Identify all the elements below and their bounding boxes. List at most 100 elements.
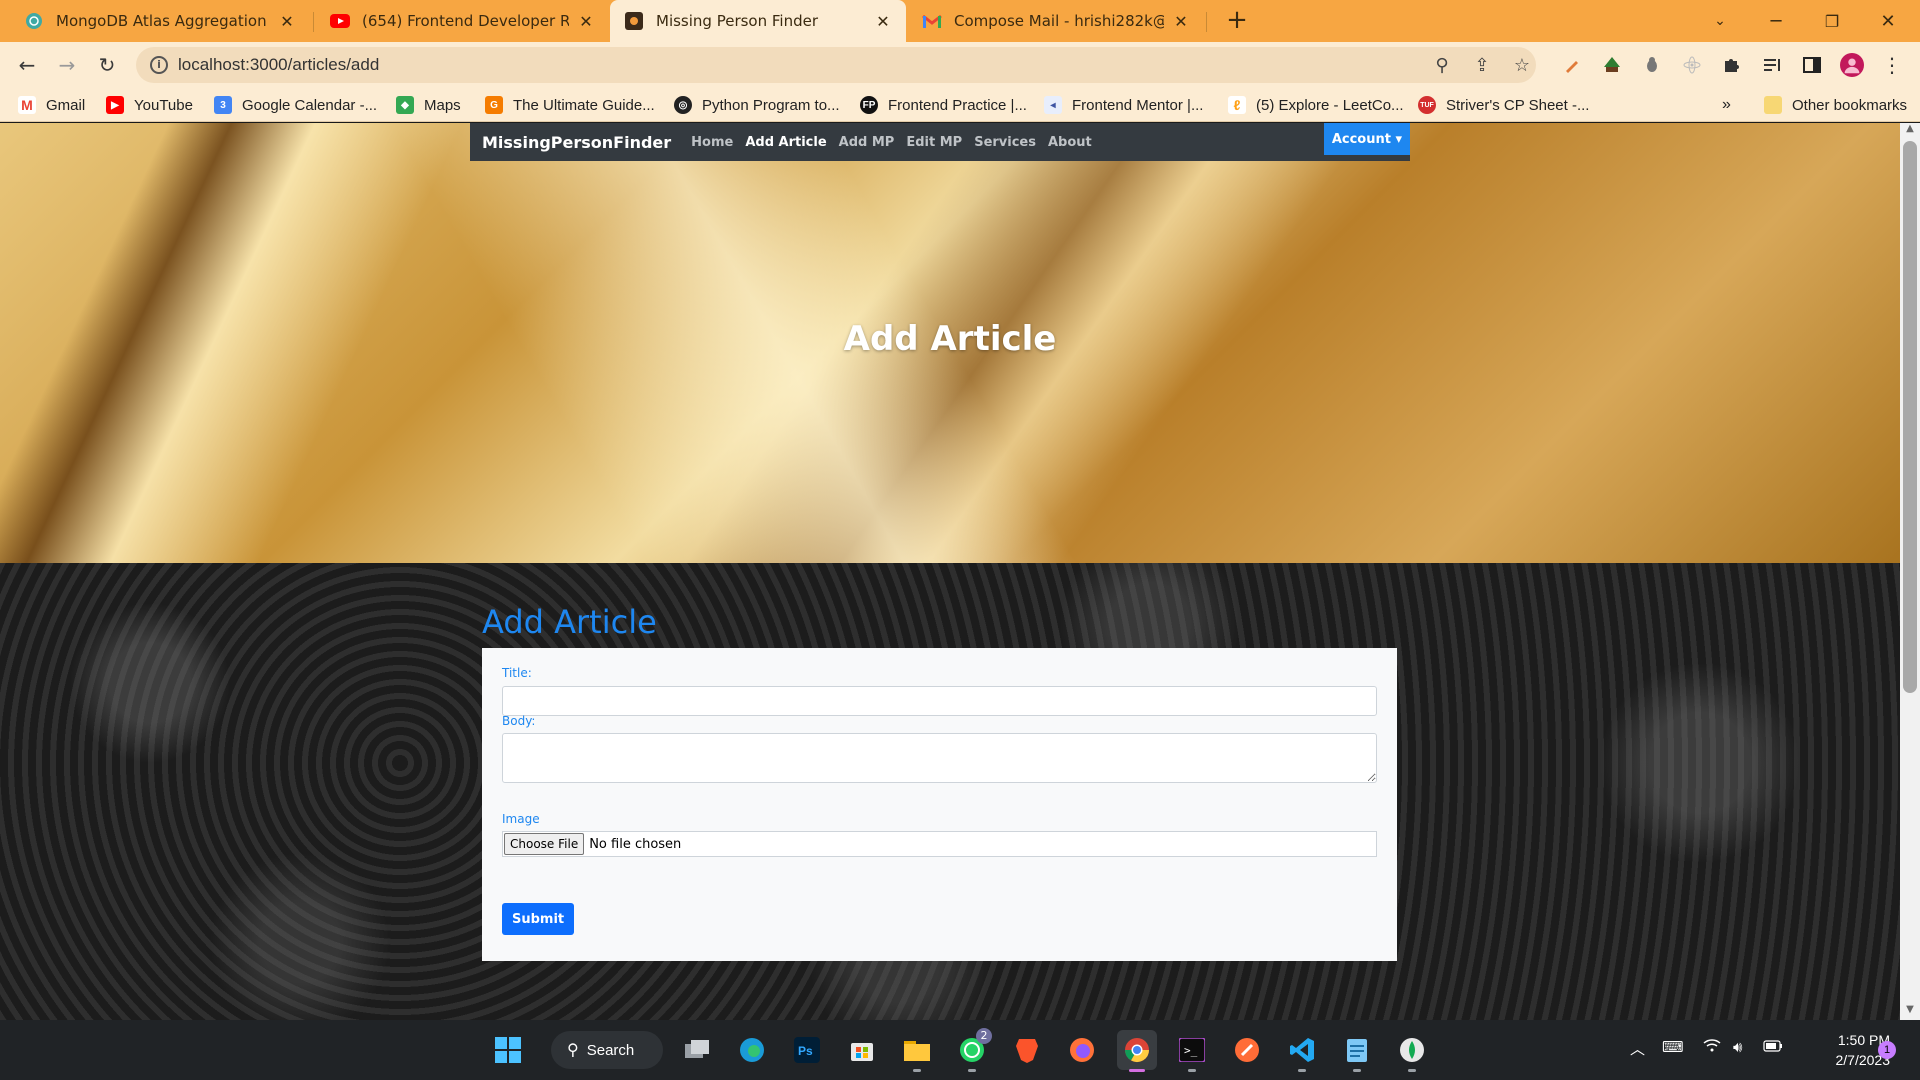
side-panel-icon[interactable] (1800, 53, 1824, 77)
image-file-input[interactable]: Choose File No file chosen (502, 831, 1377, 857)
minimize-icon[interactable]: ─ (1748, 0, 1804, 42)
url-text[interactable]: localhost:3000/articles/add (178, 55, 379, 75)
postman-icon[interactable] (1227, 1030, 1267, 1070)
site-info-icon[interactable]: i (150, 56, 168, 74)
restore-icon[interactable]: ❐ (1804, 0, 1860, 42)
tab-mongodb[interactable]: MongoDB Atlas Aggregation Co ✕ (10, 0, 310, 42)
mongodb-compass-icon[interactable] (1392, 1030, 1432, 1072)
taskbar-search[interactable]: ⚲ Search (551, 1031, 663, 1069)
edge-icon[interactable] (732, 1030, 772, 1070)
tab-missing-person-finder[interactable]: Missing Person Finder ✕ (610, 0, 906, 42)
leetcode-icon: ℓ (1228, 96, 1246, 114)
other-bookmarks[interactable]: Other bookmarks (1764, 94, 1907, 116)
extensions-puzzle-icon[interactable] (1720, 53, 1744, 77)
hero-banner: Add Article (0, 123, 1900, 563)
bookmark-star-icon[interactable]: ☆ (1511, 55, 1533, 77)
maps-icon: ◆ (396, 96, 414, 114)
nav-add-article[interactable]: Add Article (745, 135, 826, 150)
page-scrollbar[interactable]: ▲ ▼ (1900, 123, 1920, 1020)
bookmark-ultimate-guide[interactable]: G The Ultimate Guide... (485, 94, 655, 116)
close-tab-icon[interactable]: ✕ (874, 12, 892, 31)
tab-divider (1206, 12, 1207, 32)
close-window-icon[interactable]: ✕ (1860, 0, 1916, 42)
bookmark-google-calendar[interactable]: 3 Google Calendar -... (214, 94, 377, 116)
vscode-icon[interactable] (1282, 1030, 1322, 1072)
calendar-icon: 3 (214, 96, 232, 114)
nav-add-mp[interactable]: Add MP (839, 135, 895, 150)
pen-extension-icon[interactable] (1560, 53, 1584, 77)
back-icon[interactable]: ← (12, 50, 42, 80)
tab-youtube[interactable]: (654) Frontend Developer Roadm ✕ (316, 0, 609, 42)
nav-edit-mp[interactable]: Edit MP (906, 135, 962, 150)
scroll-down-icon[interactable]: ▼ (1900, 1004, 1920, 1020)
system-clock[interactable]: 1:50 PM 2/7/2023 (1800, 1030, 1891, 1070)
terminal-icon[interactable]: >_ (1172, 1030, 1212, 1072)
react-extension-icon[interactable] (1680, 53, 1704, 77)
whatsapp-icon[interactable]: 2 (952, 1028, 992, 1072)
tab-gmail[interactable]: Compose Mail - hrishi282k@gm ✕ (908, 0, 1204, 42)
new-tab-button[interactable]: + (1222, 6, 1252, 36)
title-input[interactable] (502, 686, 1377, 716)
bookmark-label: The Ultimate Guide... (513, 96, 655, 114)
bookmark-python-program[interactable]: ◎ Python Program to... (674, 94, 840, 116)
nav-home[interactable]: Home (691, 135, 733, 150)
folder-icon (1764, 96, 1782, 114)
menu-kebab-icon[interactable]: ⋮ (1880, 53, 1904, 77)
running-indicator (1188, 1069, 1196, 1072)
microsoft-store-icon[interactable] (842, 1030, 882, 1070)
keyboard-icon[interactable]: ⌨ (1662, 1038, 1684, 1056)
brave-icon[interactable] (1007, 1030, 1047, 1070)
wifi-icon[interactable] (1703, 1038, 1721, 1056)
scrollbar-thumb[interactable] (1903, 141, 1917, 693)
profile-avatar-icon[interactable] (1840, 53, 1864, 77)
bookmark-label: Striver's CP Sheet -... (1446, 96, 1590, 114)
bookmark-youtube[interactable]: ▶ YouTube (106, 94, 193, 116)
active-indicator (1129, 1069, 1145, 1072)
bookmark-striver-cp-sheet[interactable]: TUF Striver's CP Sheet -... (1418, 94, 1589, 116)
battery-icon[interactable] (1763, 1038, 1783, 1056)
task-view-icon[interactable] (677, 1030, 717, 1070)
show-hidden-icons[interactable]: ︿ (1630, 1038, 1645, 1059)
scroll-up-icon[interactable]: ▲ (1900, 123, 1920, 139)
address-bar[interactable]: i localhost:3000/articles/add ⚲ ⇪ ☆ (136, 47, 1536, 83)
close-tab-icon[interactable]: ✕ (278, 12, 296, 31)
forward-icon[interactable]: → (52, 50, 82, 80)
close-tab-icon[interactable]: ✕ (1172, 12, 1190, 31)
nav-services[interactable]: Services (974, 135, 1036, 150)
bookmarks-bar: M Gmail ▶ YouTube 3 Google Calendar -...… (0, 88, 1920, 122)
search-icon: ⚲ (567, 1042, 579, 1059)
chrome-icon[interactable] (1117, 1030, 1157, 1072)
bookmark-gmail[interactable]: M Gmail (18, 94, 85, 116)
bookmark-frontend-mentor[interactable]: ◂ Frontend Mentor |... (1044, 94, 1203, 116)
bookmarks-overflow-button[interactable]: » (1722, 94, 1731, 116)
choose-file-button[interactable]: Choose File (504, 833, 585, 855)
bookmark-maps[interactable]: ◆ Maps (396, 94, 461, 116)
account-dropdown[interactable]: Account ▾ (1323, 123, 1410, 155)
zoom-icon[interactable]: ⚲ (1431, 55, 1453, 77)
bookmark-label: Python Program to... (702, 96, 840, 114)
reload-icon[interactable]: ↻ (92, 50, 122, 80)
page-viewport: Add Article MissingPersonFinder Home Add… (0, 123, 1900, 1020)
close-tab-icon[interactable]: ✕ (577, 12, 595, 31)
photoshop-icon[interactable]: Ps (787, 1030, 827, 1070)
bookmark-leetcode[interactable]: ℓ (5) Explore - LeetCo... (1228, 94, 1404, 116)
volume-icon[interactable]: 🔊︎ (1733, 1038, 1742, 1056)
bug-extension-icon[interactable] (1640, 53, 1664, 77)
tab-title: (654) Frontend Developer Roadm (362, 12, 569, 30)
reading-list-icon[interactable] (1760, 53, 1784, 77)
share-icon[interactable]: ⇪ (1471, 55, 1493, 77)
html-extension-icon[interactable] (1600, 53, 1624, 77)
submit-button[interactable]: Submit (502, 903, 575, 935)
notification-badge[interactable]: 1 (1878, 1041, 1896, 1059)
site-brand[interactable]: MissingPersonFinder (482, 133, 671, 152)
running-indicator (1408, 1069, 1416, 1072)
tab-search-icon[interactable]: ⌄ (1692, 0, 1748, 42)
firefox-icon[interactable] (1062, 1030, 1102, 1070)
bookmark-frontend-practice[interactable]: FP Frontend Practice |... (860, 94, 1027, 116)
file-explorer-icon[interactable] (897, 1030, 937, 1072)
nav-about[interactable]: About (1048, 135, 1092, 150)
windows-start-icon[interactable] (488, 1030, 528, 1070)
browser-toolbar: ← → ↻ i localhost:3000/articles/add ⚲ ⇪ … (0, 42, 1920, 88)
notepad-icon[interactable] (1337, 1030, 1377, 1072)
body-textarea[interactable] (502, 733, 1377, 783)
